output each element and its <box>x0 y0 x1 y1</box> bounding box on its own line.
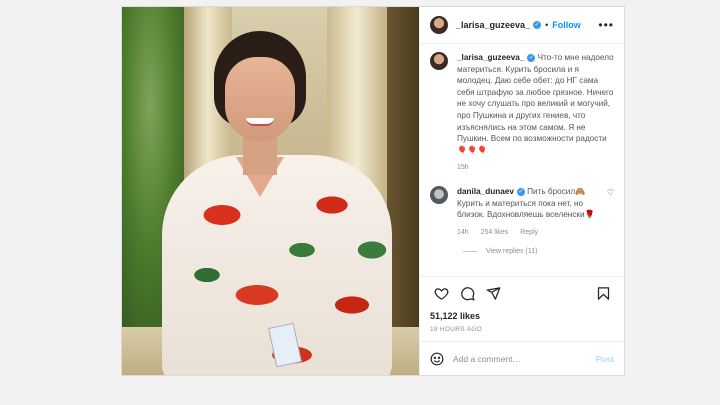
post-timestamp[interactable]: 19 HOURS AGO <box>420 321 624 333</box>
instagram-post: _larisa_guzeeva_ ✓ • Follow ••• _larisa_… <box>121 6 625 376</box>
caption-text: Что-то мне надоело материться. Курить бр… <box>457 53 614 155</box>
caption-verified-icon: ✓ <box>527 53 536 62</box>
author-username[interactable]: _larisa_guzeeva_ <box>456 20 530 30</box>
heart-icon[interactable] <box>430 283 452 303</box>
bookmark-icon[interactable] <box>592 283 614 303</box>
post-photo[interactable] <box>122 7 419 375</box>
post-likes-count[interactable]: 51,122 likes <box>420 309 624 321</box>
comment-icon[interactable] <box>456 283 478 303</box>
caption-avatar[interactable] <box>430 52 448 70</box>
smiley-icon[interactable] <box>430 352 444 366</box>
comment-time[interactable]: 14h <box>457 229 469 236</box>
caption-username[interactable]: _larisa_guzeeva_ <box>457 53 524 62</box>
comment-item: danila_dunaev ✓ Пить бросил🙈 Курить и мат… <box>430 185 614 238</box>
comment-like-heart-icon[interactable]: ♡ <box>607 188 614 197</box>
follow-button[interactable]: Follow <box>552 20 581 30</box>
add-comment-bar: Post <box>420 341 624 375</box>
post-comment-button[interactable]: Post <box>596 354 614 364</box>
post-side-panel: _larisa_guzeeva_ ✓ • Follow ••• _larisa_… <box>419 7 624 375</box>
photo-face <box>225 57 295 141</box>
post-actions-bar <box>420 276 624 309</box>
more-options-icon[interactable]: ••• <box>598 18 614 32</box>
comment-input[interactable] <box>453 353 596 364</box>
author-avatar[interactable] <box>430 16 448 34</box>
comment-reply-button[interactable]: Reply <box>520 229 538 236</box>
commenter-username[interactable]: danila_dunaev <box>457 187 514 196</box>
photo-neck <box>243 135 277 175</box>
photo-smile <box>246 118 274 126</box>
commenter-verified-icon: ✓ <box>516 187 525 196</box>
commenter-avatar[interactable] <box>430 185 448 204</box>
view-replies-label: View replies (11) <box>486 248 538 256</box>
caption-time[interactable]: 15h <box>457 164 469 171</box>
view-replies-button[interactable]: View replies (11) <box>463 248 614 255</box>
view-replies-line <box>463 251 477 253</box>
header-separator: • <box>545 20 549 30</box>
comment-likes[interactable]: 254 likes <box>481 229 509 236</box>
send-icon[interactable] <box>482 283 504 303</box>
comments-section[interactable]: _larisa_guzeeva_ ✓ Что-то мне надоело мат… <box>420 44 624 276</box>
caption: _larisa_guzeeva_ ✓ Что-то мне надоело мат… <box>430 52 614 174</box>
post-header: _larisa_guzeeva_ ✓ • Follow ••• <box>420 7 624 44</box>
verified-badge-icon: ✓ <box>533 21 542 29</box>
